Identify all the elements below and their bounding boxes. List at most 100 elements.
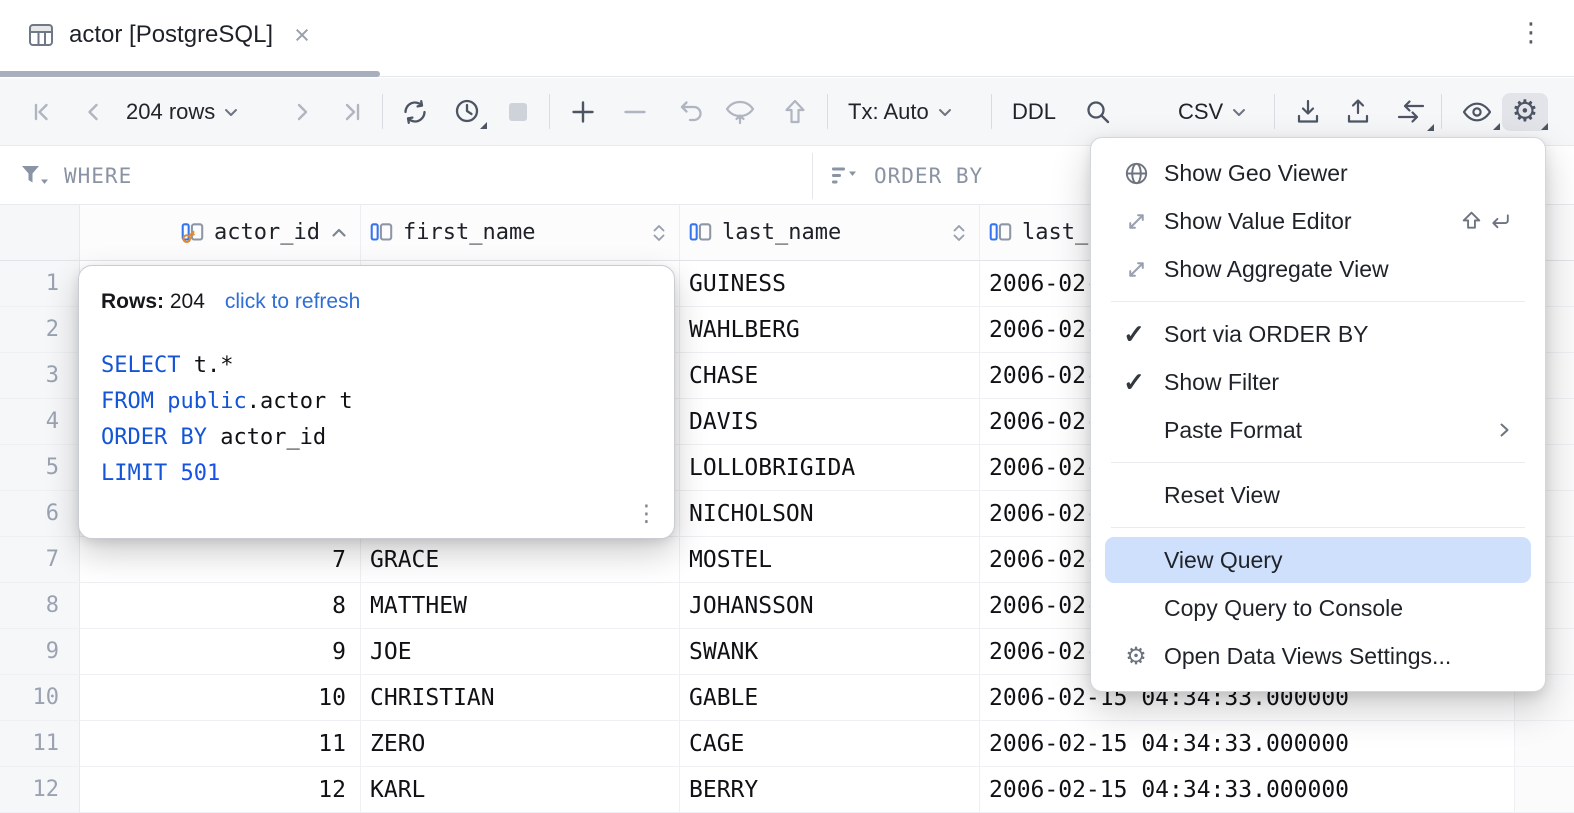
sort-toggle-icon[interactable]: [949, 221, 969, 245]
where-filter-input[interactable]: WHERE: [20, 147, 132, 204]
popup-more-icon[interactable]: ⋮: [635, 502, 658, 526]
compare-arrows-icon: [1393, 95, 1429, 129]
ddl-button[interactable]: DDL: [1012, 78, 1056, 145]
cell-actor-id[interactable]: 12: [80, 767, 361, 813]
row-number[interactable]: 12: [0, 767, 80, 813]
cell-last-name[interactable]: CAGE: [680, 721, 980, 767]
cell-first-name[interactable]: ZERO: [361, 721, 680, 767]
tab-close-icon[interactable]: ×: [294, 22, 310, 49]
row-number[interactable]: 6: [0, 491, 80, 537]
settings-button[interactable]: ⚙: [1504, 78, 1546, 145]
cell-last-name[interactable]: SWANK: [680, 629, 980, 675]
search-button[interactable]: [1078, 78, 1118, 145]
menu-item-show-filter[interactable]: ✓ Show Filter: [1091, 358, 1545, 406]
cell-actor-id[interactable]: 9: [80, 629, 361, 675]
sort-toggle-icon[interactable]: [649, 221, 669, 245]
cell-last-name[interactable]: NICHOLSON: [680, 491, 980, 537]
cell-last-name[interactable]: BERRY: [680, 767, 980, 813]
cell-first-name[interactable]: MATTHEW: [361, 583, 680, 629]
dropdown-corner: [1427, 124, 1434, 131]
export-format-dropdown[interactable]: CSV: [1178, 78, 1249, 145]
menu-item-reset-view[interactable]: Reset View: [1091, 471, 1545, 519]
menu-separator: [1111, 527, 1525, 528]
cell-first-name[interactable]: GRACE: [361, 537, 680, 583]
row-number[interactable]: 2: [0, 307, 80, 353]
row-number[interactable]: 5: [0, 445, 80, 491]
previous-page-button[interactable]: [76, 78, 112, 145]
cell-last-name[interactable]: DAVIS: [680, 399, 980, 445]
rows-count-label: 204 rows: [126, 99, 215, 125]
tab-bar-more-icon[interactable]: ⋮: [1518, 20, 1544, 46]
cell-actor-id[interactable]: 10: [80, 675, 361, 721]
expand-icon: [1119, 197, 1153, 245]
toolbar-divider: [1274, 94, 1275, 129]
add-row-button[interactable]: [562, 78, 604, 145]
row-number[interactable]: 10: [0, 675, 80, 721]
cell-actor-id[interactable]: 8: [80, 583, 361, 629]
sort-lines-icon: [830, 163, 860, 189]
transaction-mode-dropdown[interactable]: Tx: Auto: [848, 78, 955, 145]
query-sql-text: SELECT t.* FROM public.actor t ORDER BY …: [101, 348, 652, 492]
last-page-button[interactable]: [334, 78, 370, 145]
row-number[interactable]: 7: [0, 537, 80, 583]
row-number[interactable]: 3: [0, 353, 80, 399]
menu-item-sort-via-order-by[interactable]: ✓ Sort via ORDER BY: [1091, 310, 1545, 358]
menu-item-paste-format[interactable]: Paste Format: [1091, 406, 1545, 454]
export-data-button[interactable]: [1338, 78, 1378, 145]
row-number[interactable]: 1: [0, 261, 80, 307]
view-options-button[interactable]: [1454, 78, 1500, 145]
cell-last-name[interactable]: JOHANSSON: [680, 583, 980, 629]
row-number[interactable]: 4: [0, 399, 80, 445]
column-icon: [369, 220, 395, 246]
cell-last-name[interactable]: WAHLBERG: [680, 307, 980, 353]
cell-last-name[interactable]: CHASE: [680, 353, 980, 399]
cell-first-name[interactable]: KARL: [361, 767, 680, 813]
next-page-button[interactable]: [284, 78, 320, 145]
first-page-icon: [27, 97, 57, 127]
import-data-button[interactable]: [1288, 78, 1328, 145]
download-icon: [1292, 96, 1324, 128]
menu-item-copy-query-to-console[interactable]: Copy Query to Console: [1091, 584, 1545, 632]
compare-data-button[interactable]: [1388, 78, 1434, 145]
cell-actor-id[interactable]: 11: [80, 721, 361, 767]
first-page-button[interactable]: [24, 78, 60, 145]
cell-last-name[interactable]: GUINESS: [680, 261, 980, 307]
preview-changes-button[interactable]: [716, 78, 764, 145]
row-number[interactable]: 9: [0, 629, 80, 675]
menu-separator: [1111, 462, 1525, 463]
column-header-actor-id[interactable]: actor_id: [80, 205, 361, 260]
cell-last-name[interactable]: LOLLOBRIGIDA: [680, 445, 980, 491]
cell-last-name[interactable]: MOSTEL: [680, 537, 980, 583]
cell-last-update[interactable]: 2006-02-15 04:34:33.000000: [980, 721, 1515, 767]
schedule-refresh-button[interactable]: [446, 78, 488, 145]
click-to-refresh-link[interactable]: click to refresh: [225, 290, 360, 314]
tab-actor-postgresql[interactable]: actor [PostgreSQL] ×: [26, 20, 310, 50]
minus-icon: [619, 96, 651, 128]
menu-item-show-aggregate-view[interactable]: Show Aggregate View: [1091, 245, 1545, 293]
menu-item-show-geo-viewer[interactable]: Show Geo Viewer: [1091, 149, 1545, 197]
delete-row-button[interactable]: [614, 78, 656, 145]
stop-button[interactable]: [498, 78, 538, 145]
revert-changes-button[interactable]: [668, 78, 712, 145]
column-header-first-name[interactable]: first_name: [361, 205, 680, 260]
menu-item-view-query[interactable]: View Query: [1091, 536, 1545, 584]
chevron-down-icon: [1229, 102, 1249, 122]
row-number[interactable]: 11: [0, 721, 80, 767]
column-header-last-name[interactable]: last_name: [680, 205, 980, 260]
filter-funnel-icon: [20, 163, 50, 189]
cell-first-name[interactable]: JOE: [361, 629, 680, 675]
menu-item-show-value-editor[interactable]: Show Value Editor: [1091, 197, 1545, 245]
cell-last-update[interactable]: 2006-02-15 04:34:33.000000: [980, 767, 1515, 813]
search-icon: [1082, 96, 1114, 128]
cell-actor-id[interactable]: 7: [80, 537, 361, 583]
row-number[interactable]: 8: [0, 583, 80, 629]
order-by-input[interactable]: ORDER BY: [830, 147, 983, 204]
submit-changes-button[interactable]: [772, 78, 818, 145]
cell-last-name[interactable]: GABLE: [680, 675, 980, 721]
cell-first-name[interactable]: CHRISTIAN: [361, 675, 680, 721]
menu-item-open-data-views-settings[interactable]: ⚙ Open Data Views Settings...: [1091, 632, 1545, 680]
rows-count-dropdown[interactable]: 204 rows: [126, 78, 241, 145]
gear-icon: ⚙: [1119, 632, 1153, 680]
upload-icon: [1342, 96, 1374, 128]
reload-data-button[interactable]: [394, 78, 436, 145]
